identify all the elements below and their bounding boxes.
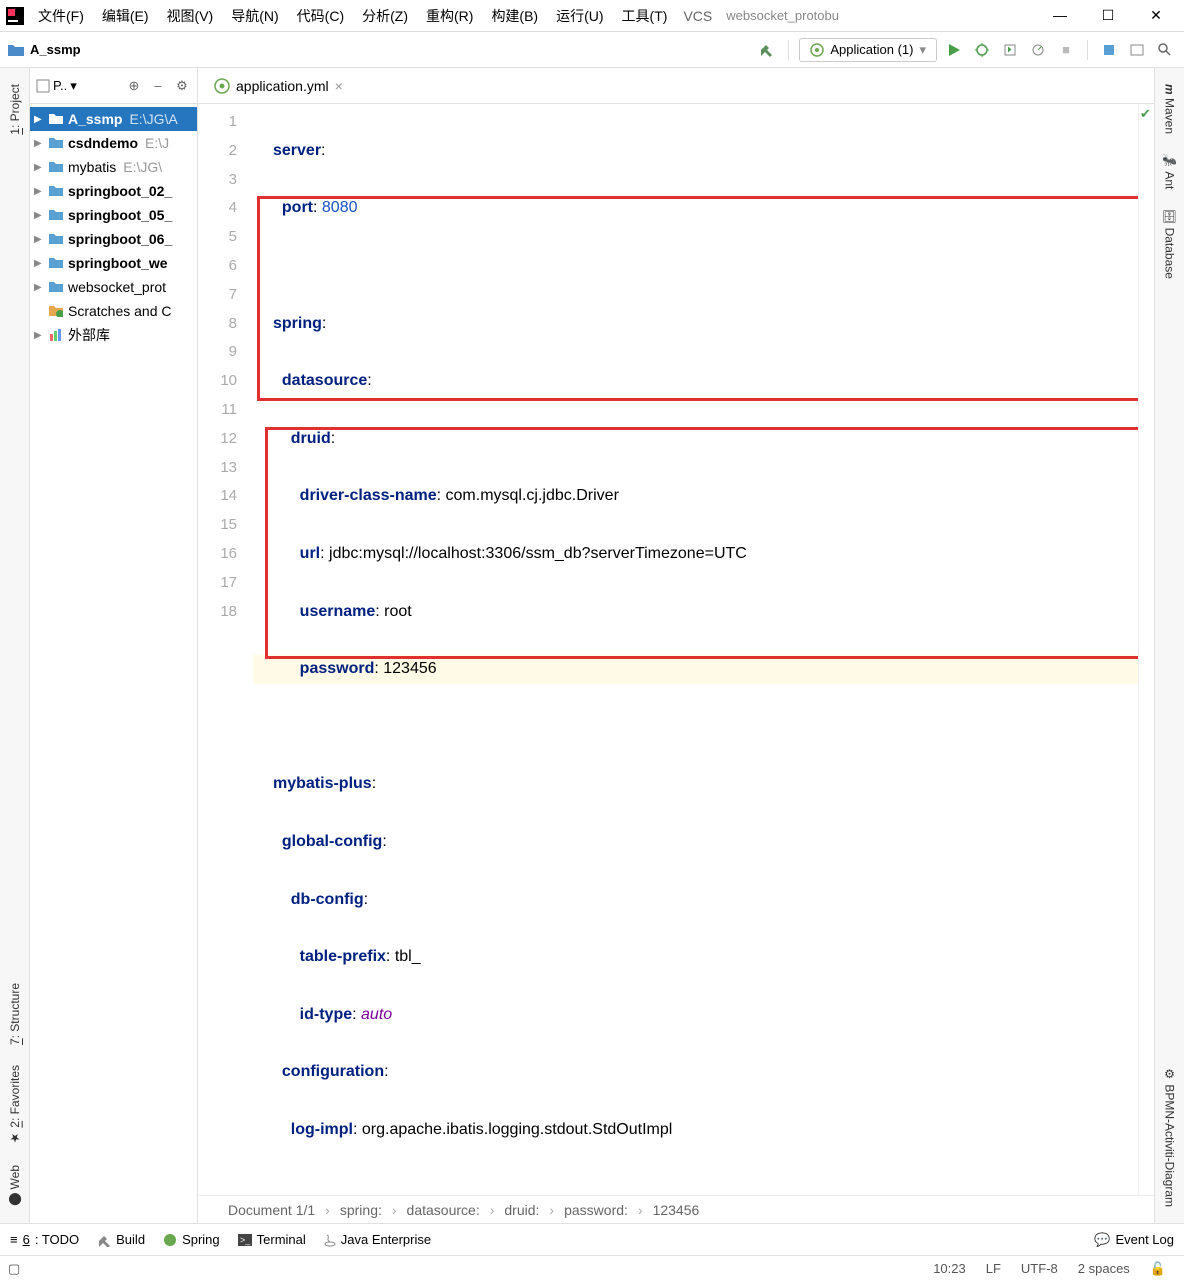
crumb-item[interactable]: spring: <box>340 1202 382 1218</box>
crumb-item[interactable]: password: <box>564 1202 628 1218</box>
collapse-icon[interactable]: ‒ <box>149 78 167 93</box>
tab-todo[interactable]: ≡ 6: TODO <box>10 1232 79 1247</box>
cursor-position[interactable]: 10:23 <box>923 1261 976 1276</box>
tree-item[interactable]: ▶mybatisE:\JG\ <box>30 155 197 179</box>
close-icon[interactable]: ✕ <box>1144 7 1168 24</box>
tab-terminal[interactable]: >_Terminal <box>238 1232 306 1247</box>
crumb-item[interactable]: 123456 <box>653 1202 700 1218</box>
editor-area: application.yml × 1234567891011121314151… <box>198 68 1154 1223</box>
coverage-icon[interactable] <box>999 39 1021 61</box>
menu-refactor[interactable]: 重构(R) <box>418 2 481 30</box>
tree-item[interactable]: ▶springboot_02_ <box>30 179 197 203</box>
tree-item[interactable]: ▶csdndemoE:\J <box>30 131 197 155</box>
navigation-toolbar: A_ssmp Application (1) ▾ ■ <box>0 32 1184 68</box>
profile-icon[interactable] <box>1027 39 1049 61</box>
code-editor[interactable]: server: port: 8080 spring: datasource: d… <box>253 104 1138 1195</box>
project-panel: P..▾ ⊕ ‒ ⚙ ▶A_ssmpE:\JG\A ▶csdndemoE:\J … <box>30 68 198 1223</box>
svg-text:>_: >_ <box>240 1235 251 1245</box>
tree-external[interactable]: ▶外部库 <box>30 323 197 347</box>
git-icon[interactable] <box>1098 39 1120 61</box>
crumb-item[interactable]: druid: <box>504 1202 539 1218</box>
line-gutter: 123456789101112131415161718 <box>198 104 253 1195</box>
tab-web[interactable]: ⬤ Web <box>4 1155 26 1217</box>
search-icon[interactable] <box>1154 39 1176 61</box>
tree-item[interactable]: ▶A_ssmpE:\JG\A <box>30 107 197 131</box>
menu-code[interactable]: 代码(C) <box>289 2 352 30</box>
folder-icon <box>8 43 24 57</box>
structure-icon[interactable] <box>1126 39 1148 61</box>
menu-build[interactable]: 构建(B) <box>483 2 546 30</box>
hammer-icon[interactable] <box>756 39 778 61</box>
tree-item[interactable]: ▶springboot_05_ <box>30 203 197 227</box>
menu-tools[interactable]: 工具(T) <box>614 2 676 30</box>
tree-item[interactable]: ▶springboot_06_ <box>30 227 197 251</box>
menu-analyze[interactable]: 分析(Z) <box>354 2 416 30</box>
project-tree[interactable]: ▶A_ssmpE:\JG\A ▶csdndemoE:\J ▶mybatisE:\… <box>30 104 197 1223</box>
stop-icon[interactable]: ■ <box>1055 39 1077 61</box>
menu-file[interactable]: 文件(F) <box>30 2 92 30</box>
tab-ant[interactable]: 🐜 Ant <box>1159 144 1181 199</box>
tree-item[interactable]: ▶websocket_prot <box>30 275 197 299</box>
menu-vcs[interactable]: VCS <box>677 4 718 28</box>
tab-spring[interactable]: Spring <box>163 1232 220 1247</box>
left-tool-gutter: 1: Project 7: Structure ★ 2: Favorites ⬤… <box>0 68 30 1223</box>
window-title: websocket_protobu <box>720 8 1036 23</box>
tab-javaee[interactable]: Java Enterprise <box>324 1232 431 1247</box>
tab-database[interactable]: 🗄 Database <box>1159 199 1181 289</box>
project-view-selector[interactable]: P..▾ <box>36 78 119 94</box>
minimize-icon[interactable]: — <box>1048 7 1072 24</box>
crumb-item[interactable]: Document 1/1 <box>228 1202 315 1218</box>
menu-edit[interactable]: 编辑(E) <box>94 2 157 30</box>
menu-run[interactable]: 运行(U) <box>548 2 611 30</box>
locate-icon[interactable]: ⊕ <box>125 78 143 94</box>
run-icon[interactable] <box>943 39 965 61</box>
encoding[interactable]: UTF-8 <box>1011 1261 1068 1276</box>
lock-icon[interactable]: 🔓 <box>1140 1261 1176 1277</box>
menu-bar: 文件(F) 编辑(E) 视图(V) 导航(N) 代码(C) 分析(Z) 重构(R… <box>0 0 1184 32</box>
tab-event-log[interactable]: 💬 Event Log <box>1094 1232 1174 1248</box>
menu-view[interactable]: 视图(V) <box>159 2 222 30</box>
debug-icon[interactable] <box>971 39 993 61</box>
crumb-item[interactable]: datasource: <box>407 1202 480 1218</box>
tree-scratches[interactable]: Scratches and C <box>30 299 197 323</box>
tab-maven[interactable]: m Maven <box>1159 74 1181 144</box>
status-bar: ▢ 10:23 LF UTF-8 2 spaces 🔓 <box>0 1255 1184 1281</box>
app-logo-icon <box>6 7 24 25</box>
maximize-icon[interactable]: ☐ <box>1096 7 1120 24</box>
bottom-tool-bar: ≡ 6: TODO Build Spring >_Terminal Java E… <box>0 1223 1184 1255</box>
tab-project[interactable]: 1: Project <box>4 74 26 145</box>
tab-close-icon[interactable]: × <box>335 78 343 94</box>
yml-file-icon <box>214 78 230 94</box>
line-ending[interactable]: LF <box>976 1261 1011 1276</box>
menu-nav[interactable]: 导航(N) <box>223 2 286 30</box>
tab-favorites[interactable]: ★ 2: Favorites <box>4 1055 26 1155</box>
run-config-selector[interactable]: Application (1) ▾ <box>799 38 937 62</box>
tab-structure[interactable]: 7: Structure <box>4 973 26 1055</box>
tree-item[interactable]: ▶springboot_we <box>30 251 197 275</box>
error-stripe[interactable]: ✔ <box>1138 104 1154 1195</box>
settings-icon[interactable]: ⚙ <box>173 78 191 94</box>
right-tool-gutter: m Maven 🐜 Ant 🗄 Database ⚙ BPMN-Activiti… <box>1154 68 1184 1223</box>
breadcrumb-root[interactable]: A_ssmp <box>30 42 81 57</box>
editor-tab[interactable]: application.yml × <box>206 74 351 98</box>
indent[interactable]: 2 spaces <box>1068 1261 1140 1276</box>
tab-bpmn[interactable]: ⚙ BPMN-Activiti-Diagram <box>1159 1057 1181 1217</box>
editor-breadcrumb: Document 1/1› spring:› datasource:› drui… <box>198 1195 1154 1223</box>
tab-build[interactable]: Build <box>97 1232 145 1247</box>
check-icon: ✔ <box>1140 106 1151 122</box>
status-icon[interactable]: ▢ <box>8 1261 20 1277</box>
